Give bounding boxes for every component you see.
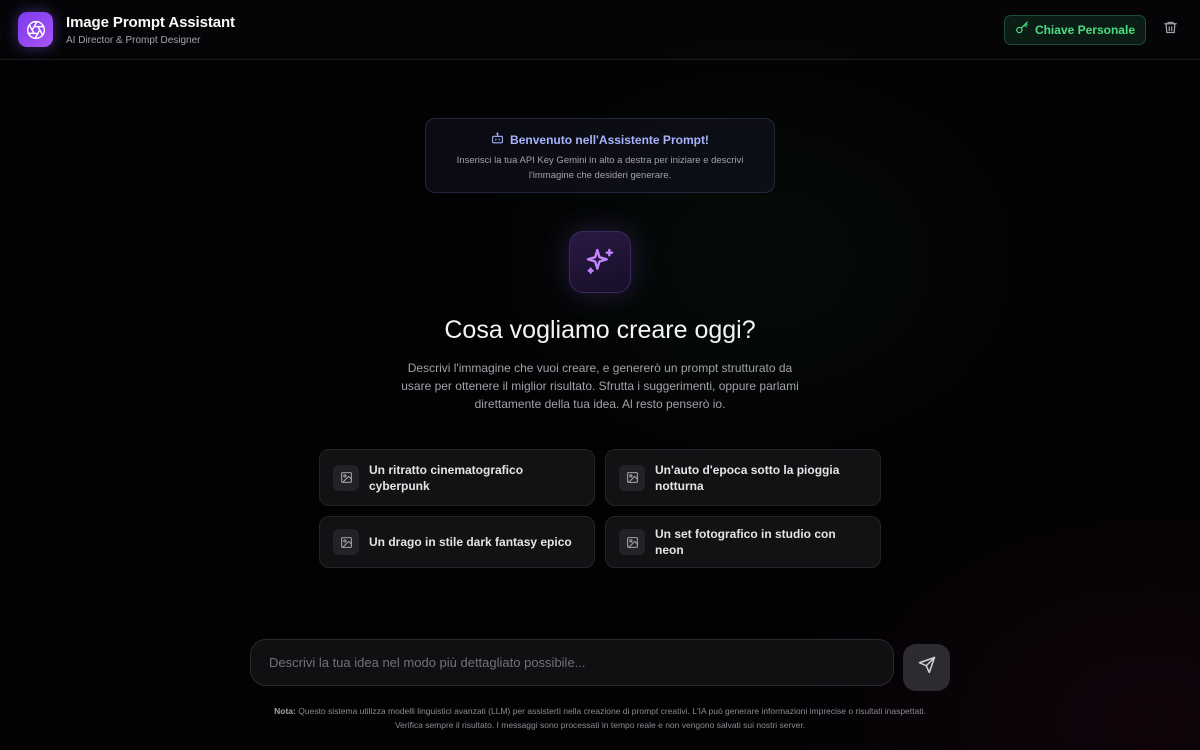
app-title: Image Prompt Assistant — [66, 13, 235, 31]
personal-key-label: Chiave Personale — [1034, 22, 1135, 37]
key-icon — [1015, 21, 1029, 38]
note-label: Nota: — [274, 706, 296, 716]
image-icon — [333, 529, 359, 555]
clear-chat-button[interactable] — [1158, 18, 1182, 42]
suggestion-label: Un set fotografico in studio con neon — [655, 527, 836, 557]
suggestion-card[interactable]: Un'auto d'epoca sotto la pioggia notturn… — [605, 449, 881, 506]
app-subtitle: AI Director & Prompt Designer — [66, 34, 201, 46]
disclaimer-note: Nota: Questo sistema utilizza modelli li… — [270, 704, 930, 732]
suggestion-card[interactable]: Un ritratto cinematografico cyberpunk — [319, 449, 595, 506]
image-icon — [619, 529, 645, 555]
bot-icon — [491, 132, 504, 148]
personal-key-button[interactable]: Chiave Personale — [1003, 14, 1146, 45]
hero-title: Cosa vogliamo creare oggi? — [444, 316, 756, 344]
sparkles-icon — [569, 231, 631, 293]
image-icon — [619, 464, 645, 491]
suggestion-card[interactable]: Un drago in stile dark fantasy epico — [319, 516, 595, 568]
suggestion-label: Un drago in stile dark fantasy epico — [369, 535, 572, 549]
hero-description: Descrivi l'immagine che vuoi creare, e g… — [401, 361, 799, 411]
send-icon — [918, 656, 936, 679]
trash-icon — [1163, 20, 1178, 40]
app-header: Image Prompt Assistant AI Director & Pro… — [0, 0, 1200, 60]
suggestion-label: Un ritratto cinematografico cyberpunk — [369, 462, 524, 493]
note-text: Questo sistema utilizza modelli linguist… — [298, 706, 926, 730]
welcome-text: Inserisci la tua API Key Gemini in alto … — [456, 155, 744, 181]
send-button[interactable] — [903, 644, 950, 691]
welcome-title: Benvenuto nell'Assistente Prompt! — [510, 133, 709, 147]
welcome-banner: Benvenuto nell'Assistente Prompt! Inseri… — [425, 118, 775, 193]
aperture-icon — [18, 12, 53, 47]
suggestion-label: Un'auto d'epoca sotto la pioggia notturn… — [655, 462, 840, 493]
prompt-input-container — [250, 639, 894, 686]
image-icon — [333, 464, 359, 491]
suggestion-card[interactable]: Un set fotografico in studio con neon — [605, 516, 881, 568]
prompt-input[interactable] — [251, 640, 893, 685]
